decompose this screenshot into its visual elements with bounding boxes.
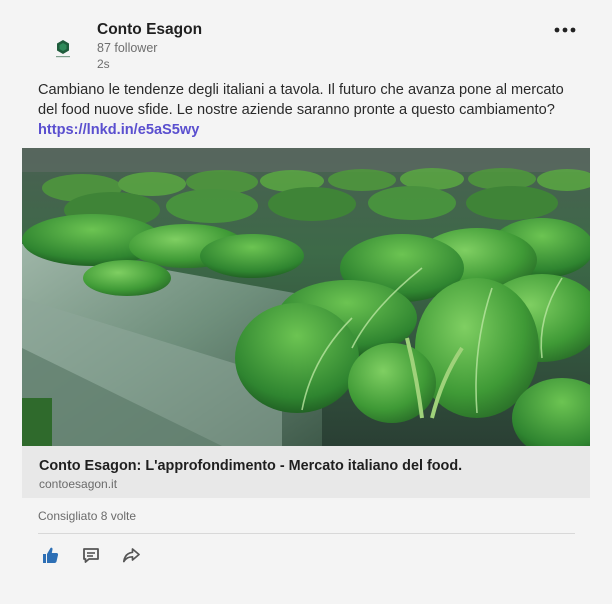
comment-button[interactable] <box>80 544 102 566</box>
like-button[interactable] <box>39 544 61 566</box>
post-image[interactable] <box>22 148 590 446</box>
author-name[interactable]: Conto Esagon <box>97 21 202 39</box>
post-time: 2s <box>97 57 110 71</box>
share-icon <box>122 548 140 563</box>
divider <box>38 533 575 534</box>
more-options-button[interactable] <box>548 20 584 42</box>
thumbs-up-icon <box>43 547 59 563</box>
post-link[interactable]: https://lnkd.in/e5aS5wy <box>38 122 199 138</box>
hexagon-logo-icon <box>56 40 70 58</box>
more-horizontal-icon <box>554 27 576 33</box>
company-avatar[interactable] <box>42 28 82 68</box>
post-text-body: Cambiano le tendenze degli italiani a ta… <box>38 82 564 118</box>
post-header: Conto Esagon 87 follower 2s <box>0 0 612 76</box>
post-card: Conto Esagon 87 follower 2s Cambiano le … <box>0 0 612 604</box>
share-button[interactable] <box>120 544 142 566</box>
preview-title[interactable]: Conto Esagon: L'approfondimento - Mercat… <box>39 458 462 474</box>
post-text: Cambiano le tendenze degli italiani a ta… <box>38 80 583 140</box>
social-counts[interactable]: Consigliato 8 volte <box>38 509 136 523</box>
link-preview[interactable]: Conto Esagon: L'approfondimento - Mercat… <box>22 446 590 498</box>
preview-domain: contoesagon.it <box>39 477 118 491</box>
lettuce-hydroponic-image <box>22 148 590 446</box>
follower-count: 87 follower <box>97 41 158 55</box>
comment-icon <box>83 548 99 563</box>
